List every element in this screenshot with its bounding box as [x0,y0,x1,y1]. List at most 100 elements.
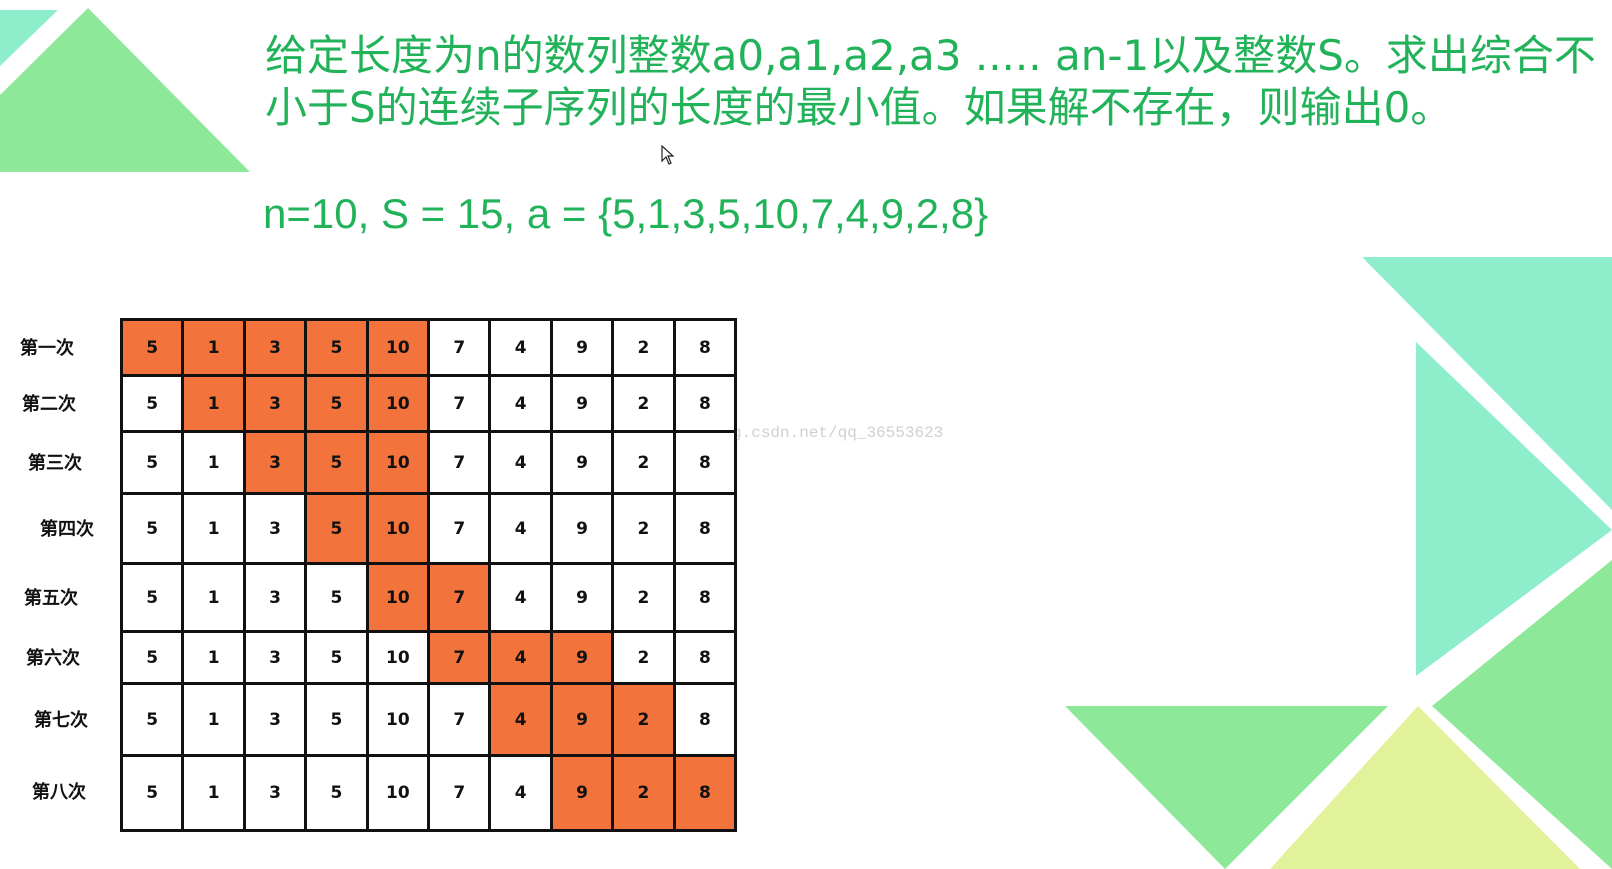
table-cell: 5 [123,757,185,829]
table-cell-highlighted: 5 [307,433,369,495]
table-cell: 5 [123,565,185,633]
table-cell-highlighted: 9 [552,757,615,829]
table-cell: 4 [491,757,553,829]
deco-triangle-top-left [0,8,250,172]
problem-line-1: 给定长度为n的数列整数a0,a1,a2,a3 ..... an-1以及整数S。求… [265,31,1596,80]
table-cell: 8 [675,321,735,377]
table-cell: 9 [552,321,615,377]
table-cell: 3 [245,633,308,685]
table-cell: 7 [430,433,492,495]
table-row: 5 1 3 5 10 7 4 9 2 8 [123,685,735,757]
table-cell: 1 [184,757,246,829]
table-cell-highlighted: 2 [614,685,676,757]
table-cell: 4 [491,377,553,433]
table-cell: 2 [614,633,676,685]
table-row: 5 1 3 5 10 7 4 9 2 8 [123,495,735,565]
table-cell: 7 [430,321,492,377]
table-cell-highlighted: 7 [430,633,492,685]
table-cell-highlighted: 5 [307,321,369,377]
table-cell-highlighted: 4 [491,633,553,685]
table-row: 5 1 3 5 10 7 4 9 2 8 [123,321,735,377]
mouse-cursor-icon [661,145,675,165]
table-cell-highlighted: 8 [675,757,735,829]
table-cell: 5 [123,377,185,433]
table-cell: 10 [368,633,431,685]
table-cell: 5 [123,633,185,685]
table-cell: 1 [184,633,246,685]
table-cell: 9 [552,495,615,565]
table-cell: 9 [552,565,615,633]
table-cell: 7 [430,495,492,565]
example-input: n=10, S = 15, a = {5,1,3,5,10,7,4,9,2,8} [263,190,989,237]
table-cell-highlighted: 1 [184,321,246,377]
table-cell-highlighted: 1 [184,377,246,433]
table-cell: 5 [123,495,185,565]
table-cell: 7 [430,685,492,757]
table-cell: 4 [491,565,553,633]
row-label: 第一次 [20,338,74,359]
table-cell: 3 [245,495,308,565]
table-cell-highlighted: 10 [368,433,431,495]
row-label: 第五次 [24,588,78,609]
table-cell: 4 [491,495,553,565]
table-cell: 2 [614,495,676,565]
table-cell: 5 [307,685,369,757]
table-cell-highlighted: 7 [430,565,492,633]
table-cell-highlighted: 9 [552,685,615,757]
table-cell-highlighted: 5 [123,321,185,377]
row-label: 第七次 [34,710,88,731]
table-cell-highlighted: 3 [245,377,308,433]
table-cell: 8 [675,565,735,633]
table-cell-highlighted: 3 [245,321,308,377]
table-cell-highlighted: 10 [368,321,431,377]
table-cell: 9 [552,377,615,433]
table-cell: 4 [491,433,553,495]
table-cell: 2 [614,321,676,377]
table-cell: 8 [675,495,735,565]
row-label: 第四次 [40,519,94,540]
table-cell: 3 [245,757,308,829]
table-cell: 8 [675,433,735,495]
table-cell: 2 [614,377,676,433]
table-cell: 2 [614,433,676,495]
table-cell: 4 [491,321,553,377]
table-row: 5 1 3 5 10 7 4 9 2 8 [123,433,735,495]
table-cell: 1 [184,685,246,757]
table-cell: 7 [430,757,492,829]
table-cell: 8 [675,377,735,433]
table-row: 5 1 3 5 10 7 4 9 2 8 [123,633,735,685]
row-label: 第二次 [22,394,76,415]
table-cell: 3 [245,565,308,633]
row-label: 第三次 [28,453,82,474]
table-cell-highlighted: 9 [552,633,615,685]
table-cell-highlighted: 10 [368,495,431,565]
table-cell: 10 [368,757,431,829]
table-cell: 9 [552,433,615,495]
table-cell: 1 [184,565,246,633]
table-cell-highlighted: 2 [614,757,676,829]
table-cell-highlighted: 5 [307,377,369,433]
table-cell: 7 [430,377,492,433]
table-cell: 1 [184,433,246,495]
row-label: 第六次 [26,648,80,669]
table-cell: 10 [368,685,431,757]
table-row: 5 1 3 5 10 7 4 9 2 8 [123,757,735,829]
row-label: 第八次 [32,782,86,803]
table-cell: 2 [614,565,676,633]
sliding-window-table: 5 1 3 5 10 7 4 9 2 8 5 1 3 5 10 7 4 9 2 8 5 1 3 5 10 7 4 9 2 8 5 1 3 5 10 7… [120,318,737,832]
table-cell: 5 [123,433,185,495]
table-cell-highlighted: 3 [245,433,308,495]
table-cell-highlighted: 10 [368,565,431,633]
problem-statement: 给定长度为n的数列整数a0,a1,a2,a3 ..... an-1以及整数S。求… [265,30,1605,134]
table-cell-highlighted: 10 [368,377,431,433]
table-cell: 5 [307,633,369,685]
table-cell-highlighted: 4 [491,685,553,757]
table-cell: 5 [123,685,185,757]
problem-line-2: 小于S的连续子序列的长度的最小值。如果解不存在，则输出0。 [265,83,1453,132]
table-cell: 3 [245,685,308,757]
table-cell: 8 [675,633,735,685]
table-cell-highlighted: 5 [307,495,369,565]
table-cell: 8 [675,685,735,757]
table-cell: 5 [307,565,369,633]
table-cell: 1 [184,495,246,565]
